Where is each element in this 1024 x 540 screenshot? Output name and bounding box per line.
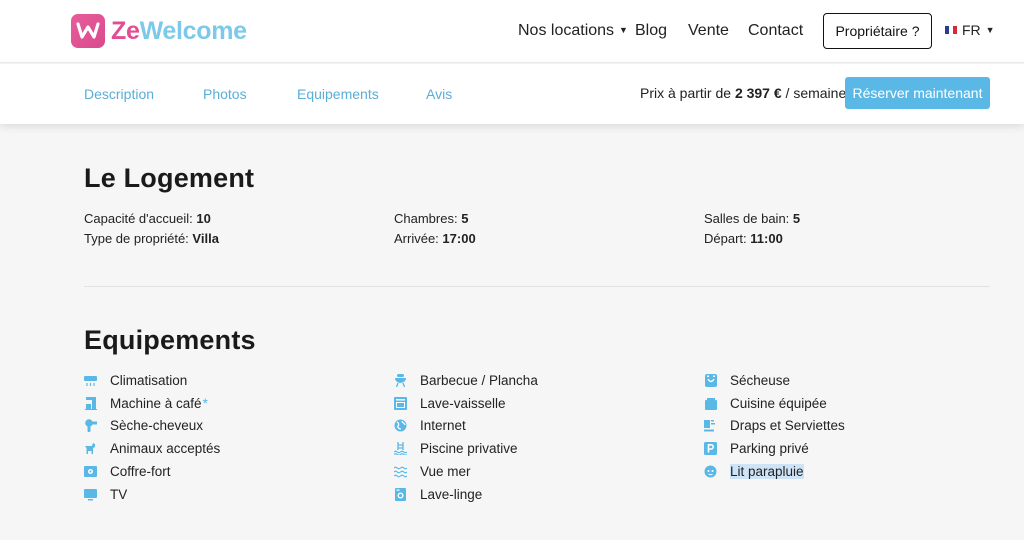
section-divider xyxy=(84,286,990,287)
language-selector[interactable]: FR ▼ xyxy=(945,22,995,38)
nav-locations-label: Nos locations xyxy=(518,22,615,39)
price-amount: 2 397 € xyxy=(734,85,782,101)
dog-icon xyxy=(84,442,97,455)
language-label: FR xyxy=(962,22,981,38)
nav-sale[interactable]: Vente xyxy=(688,22,729,40)
french-flag-icon xyxy=(945,26,957,34)
coffee-machine-icon xyxy=(84,397,97,410)
amenity-coffee-machine: Machine à café * xyxy=(84,396,208,411)
chevron-down-icon: ▼ xyxy=(985,25,995,35)
equipment-title: Equipements xyxy=(84,325,256,355)
tab-equipment[interactable]: Equipements xyxy=(297,86,379,102)
barbecue-icon xyxy=(394,374,407,387)
tab-reviews[interactable]: Avis xyxy=(426,86,452,102)
amenity-barbecue: Barbecue / Plancha xyxy=(394,373,538,388)
washing-machine-icon xyxy=(394,488,407,501)
top-navbar: ZeWelcome Nos locations ▼ Blog Vente Cont… xyxy=(0,0,1024,63)
towel-icon xyxy=(704,419,717,432)
capacity-fact: Capacité d'accueil: 10 xyxy=(84,211,211,226)
logo-text: ZeWelcome xyxy=(111,16,247,45)
dryer-icon xyxy=(704,374,717,387)
amenity-safe: Coffre-fort xyxy=(84,464,171,479)
price-info: Prix à partir de 2 397 € / semaine xyxy=(640,85,846,101)
waves-icon xyxy=(394,465,407,478)
price-prefix: Prix à partir de xyxy=(640,85,732,101)
dishwasher-icon xyxy=(394,397,407,410)
baby-icon xyxy=(704,465,717,478)
amenity-internet: Internet xyxy=(394,418,466,433)
amenity-washing-machine: Lave-linge xyxy=(394,487,482,502)
amenity-hair-dryer: Sèche-cheveux xyxy=(84,418,203,433)
book-now-button[interactable]: Réserver maintenant xyxy=(845,77,990,109)
nav-blog[interactable]: Blog xyxy=(635,22,667,40)
nav-contact[interactable]: Contact xyxy=(748,22,803,40)
price-suffix: / semaine xyxy=(785,85,847,101)
pool-icon xyxy=(394,442,407,455)
nav-locations[interactable]: Nos locations ▼ xyxy=(518,22,628,40)
amenity-dryer: Sécheuse xyxy=(704,373,790,388)
amenity-tv: TV xyxy=(84,487,127,502)
arrival-fact: Arrivée: 17:00 xyxy=(394,231,476,246)
chevron-down-icon: ▼ xyxy=(619,25,628,35)
tab-description[interactable]: Description xyxy=(84,86,154,102)
logo-mark-icon xyxy=(71,14,105,48)
tv-icon xyxy=(84,488,97,501)
bathrooms-fact: Salles de bain: 5 xyxy=(704,211,801,226)
rooms-fact: Chambres: 5 xyxy=(394,211,469,226)
amenity-dishwasher: Lave-vaisselle xyxy=(394,396,506,411)
amenity-travel-cot: Lit parapluie xyxy=(704,464,804,479)
departure-fact: Départ: 11:00 xyxy=(704,231,783,246)
hair-dryer-icon xyxy=(84,419,97,432)
property-type-fact: Type de propriété: Villa xyxy=(84,231,219,246)
lodging-title: Le Logement xyxy=(84,163,255,193)
safe-icon xyxy=(84,465,97,478)
parking-icon xyxy=(704,442,717,455)
kitchen-icon xyxy=(704,397,717,410)
air-conditioning-icon xyxy=(84,374,97,387)
amenity-air-conditioning: Climatisation xyxy=(84,373,187,388)
owner-button[interactable]: Propriétaire ? xyxy=(823,13,932,49)
globe-icon xyxy=(394,419,407,432)
amenity-pets-allowed: Animaux acceptés xyxy=(84,441,220,456)
amenity-equipped-kitchen: Cuisine équipée xyxy=(704,396,827,411)
tab-photos[interactable]: Photos xyxy=(203,86,247,102)
amenity-sea-view: Vue mer xyxy=(394,464,471,479)
amenity-private-parking: Parking privé xyxy=(704,441,809,456)
amenity-private-pool: Piscine privative xyxy=(394,441,518,456)
amenity-linens-towels: Draps et Serviettes xyxy=(704,418,845,433)
section-tabs-bar: Description Photos Equipements Avis Prix… xyxy=(0,64,1024,124)
logo[interactable]: ZeWelcome xyxy=(71,14,247,48)
